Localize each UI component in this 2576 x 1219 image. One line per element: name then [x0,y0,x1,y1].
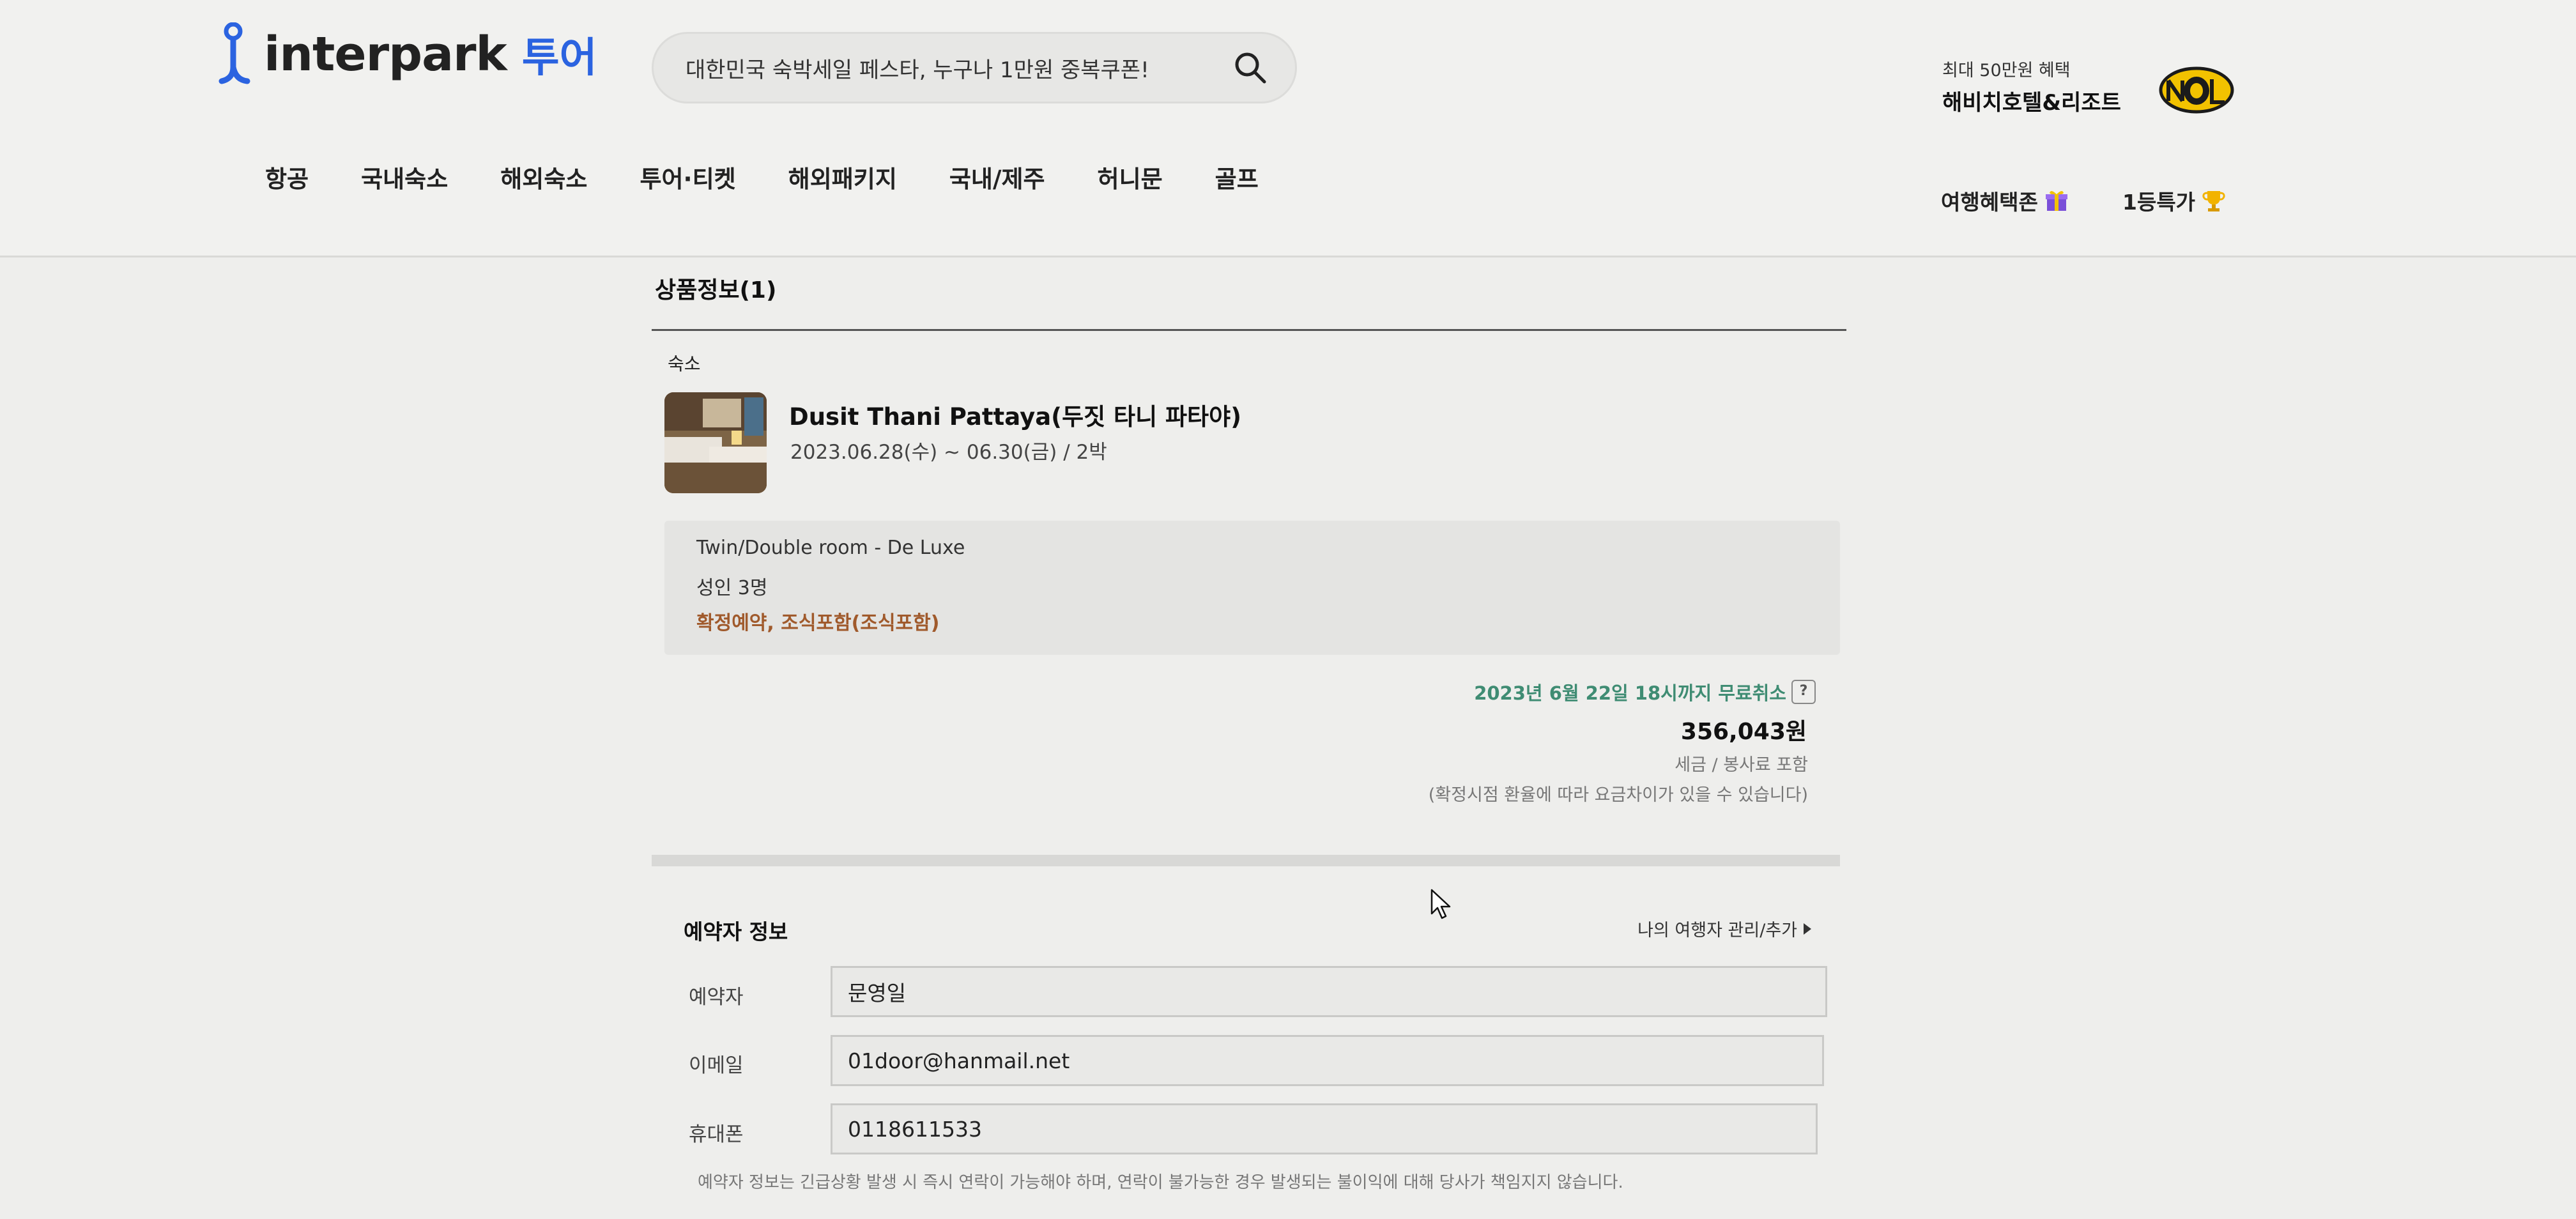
site-header: interpark 투어 대한민국 숙박세일 페스타, 누구나 1만원 중복쿠폰… [0,0,2576,257]
phone-field[interactable]: 0118611533 [831,1103,1818,1154]
free-cancellation: 2023년 6월 22일 18시까지 무료취소 ? [1474,678,1816,705]
section-divider [652,329,1846,331]
arrow-right-icon [1804,923,1811,935]
logo-text: interpark [264,27,507,82]
nav-item-golf[interactable]: 골프 [1215,160,1259,194]
promo-banner[interactable]: 최대 50만원 혜택 해비치호텔&리조트 [1942,56,2121,116]
interpark-tour-logo[interactable]: interpark 투어 [214,19,597,89]
stay-dates: 2023.06.28(수) ~ 06.30(금) / 2박 [790,441,1107,464]
nav-item-honeymoon[interactable]: 허니문 [1098,160,1163,194]
section-separator [652,855,1840,866]
nav-item-domestic-jeju[interactable]: 국내/제주 [949,160,1045,194]
product-section-title: 상품정보(1) [655,277,777,303]
logo-mark-icon [218,22,250,84]
main-nav: 항공 국내숙소 해외숙소 투어·티켓 해외패키지 국내/제주 허니문 골프 [265,160,1311,194]
manage-travelers-label: 나의 여행자 관리/추가 [1637,921,1797,940]
nav-benefit-zone[interactable]: 여행혜택존 [1941,185,2069,216]
hotel-room-thumbnail[interactable] [664,392,767,493]
nav-item-tour-ticket[interactable]: 투어·티켓 [640,160,735,194]
tax-note: 세금 / 봉사료 포함 [1675,755,1808,775]
mouse-cursor-icon [1430,889,1451,919]
nav-item-overseas-stay[interactable]: 해외숙소 [500,160,587,194]
page: interpark 투어 대한민국 숙박세일 페스타, 누구나 1만원 중복쿠폰… [0,0,2576,1219]
trophy-icon [2202,191,2225,211]
search-input[interactable]: 대한민국 숙박세일 페스타, 누구나 1만원 중복쿠폰! [686,52,1225,84]
booker-section-title: 예약자 정보 [684,919,788,944]
benefit-zone-label: 여행혜택존 [1941,190,2038,215]
email-label: 이메일 [689,1054,744,1077]
nav-top-deal[interactable]: 1등특가 [2122,185,2226,216]
product-category: 숙소 [668,353,701,374]
top-deal-label: 1등특가 [2122,190,2196,215]
logo-suffix: 투어 [521,34,597,82]
cancel-policy-text: 2023년 6월 22일 18시까지 무료취소 [1474,682,1786,704]
guest-count: 성인 3명 [696,577,768,599]
booker-name-field[interactable]: 문영일 [831,966,1827,1017]
room-detail-box: Twin/Double room - De Luxe 성인 3명 확정예약, 조… [664,521,1840,655]
booking-conditions: 확정예약, 조식포함(조식포함) [696,612,940,634]
gift-icon [2045,190,2067,211]
booker-notice: 예약자 정보는 긴급상황 발생 시 즉시 연락이 가능해야 하며, 연락이 불가… [698,1173,1623,1192]
room-type: Twin/Double room - De Luxe [696,537,965,559]
search-button[interactable] [1225,42,1276,93]
email-field[interactable]: 01door@hanmail.net [831,1035,1824,1086]
cancel-help-icon[interactable]: ? [1791,680,1816,704]
promo-title: 해비치호텔&리조트 [1942,90,2121,116]
search-icon [1235,52,1266,84]
hotel-room-image [664,392,767,493]
search-bar[interactable]: 대한민국 숙박세일 페스타, 누구나 1만원 중복쿠폰! [652,32,1297,103]
nav-item-overseas-package[interactable]: 해외패키지 [788,160,897,194]
nav-item-flights[interactable]: 항공 [265,160,309,194]
total-price: 356,043원 [1680,719,1807,745]
nav-item-domestic-stay[interactable]: 국내숙소 [361,160,448,194]
nol-logo-icon[interactable] [2158,61,2235,119]
promo-subtitle: 최대 50만원 혜택 [1942,61,2071,80]
hotel-name[interactable]: Dusit Thani Pattaya(두짓 타니 파타야) [789,397,1241,432]
exchange-rate-note: (확정시점 환율에 따라 요금차이가 있을 수 있습니다) [1428,785,1808,805]
booker-name-label: 예약자 [689,986,744,1009]
manage-travelers-link[interactable]: 나의 여행자 관리/추가 [1637,916,1811,941]
phone-label: 휴대폰 [689,1123,744,1146]
